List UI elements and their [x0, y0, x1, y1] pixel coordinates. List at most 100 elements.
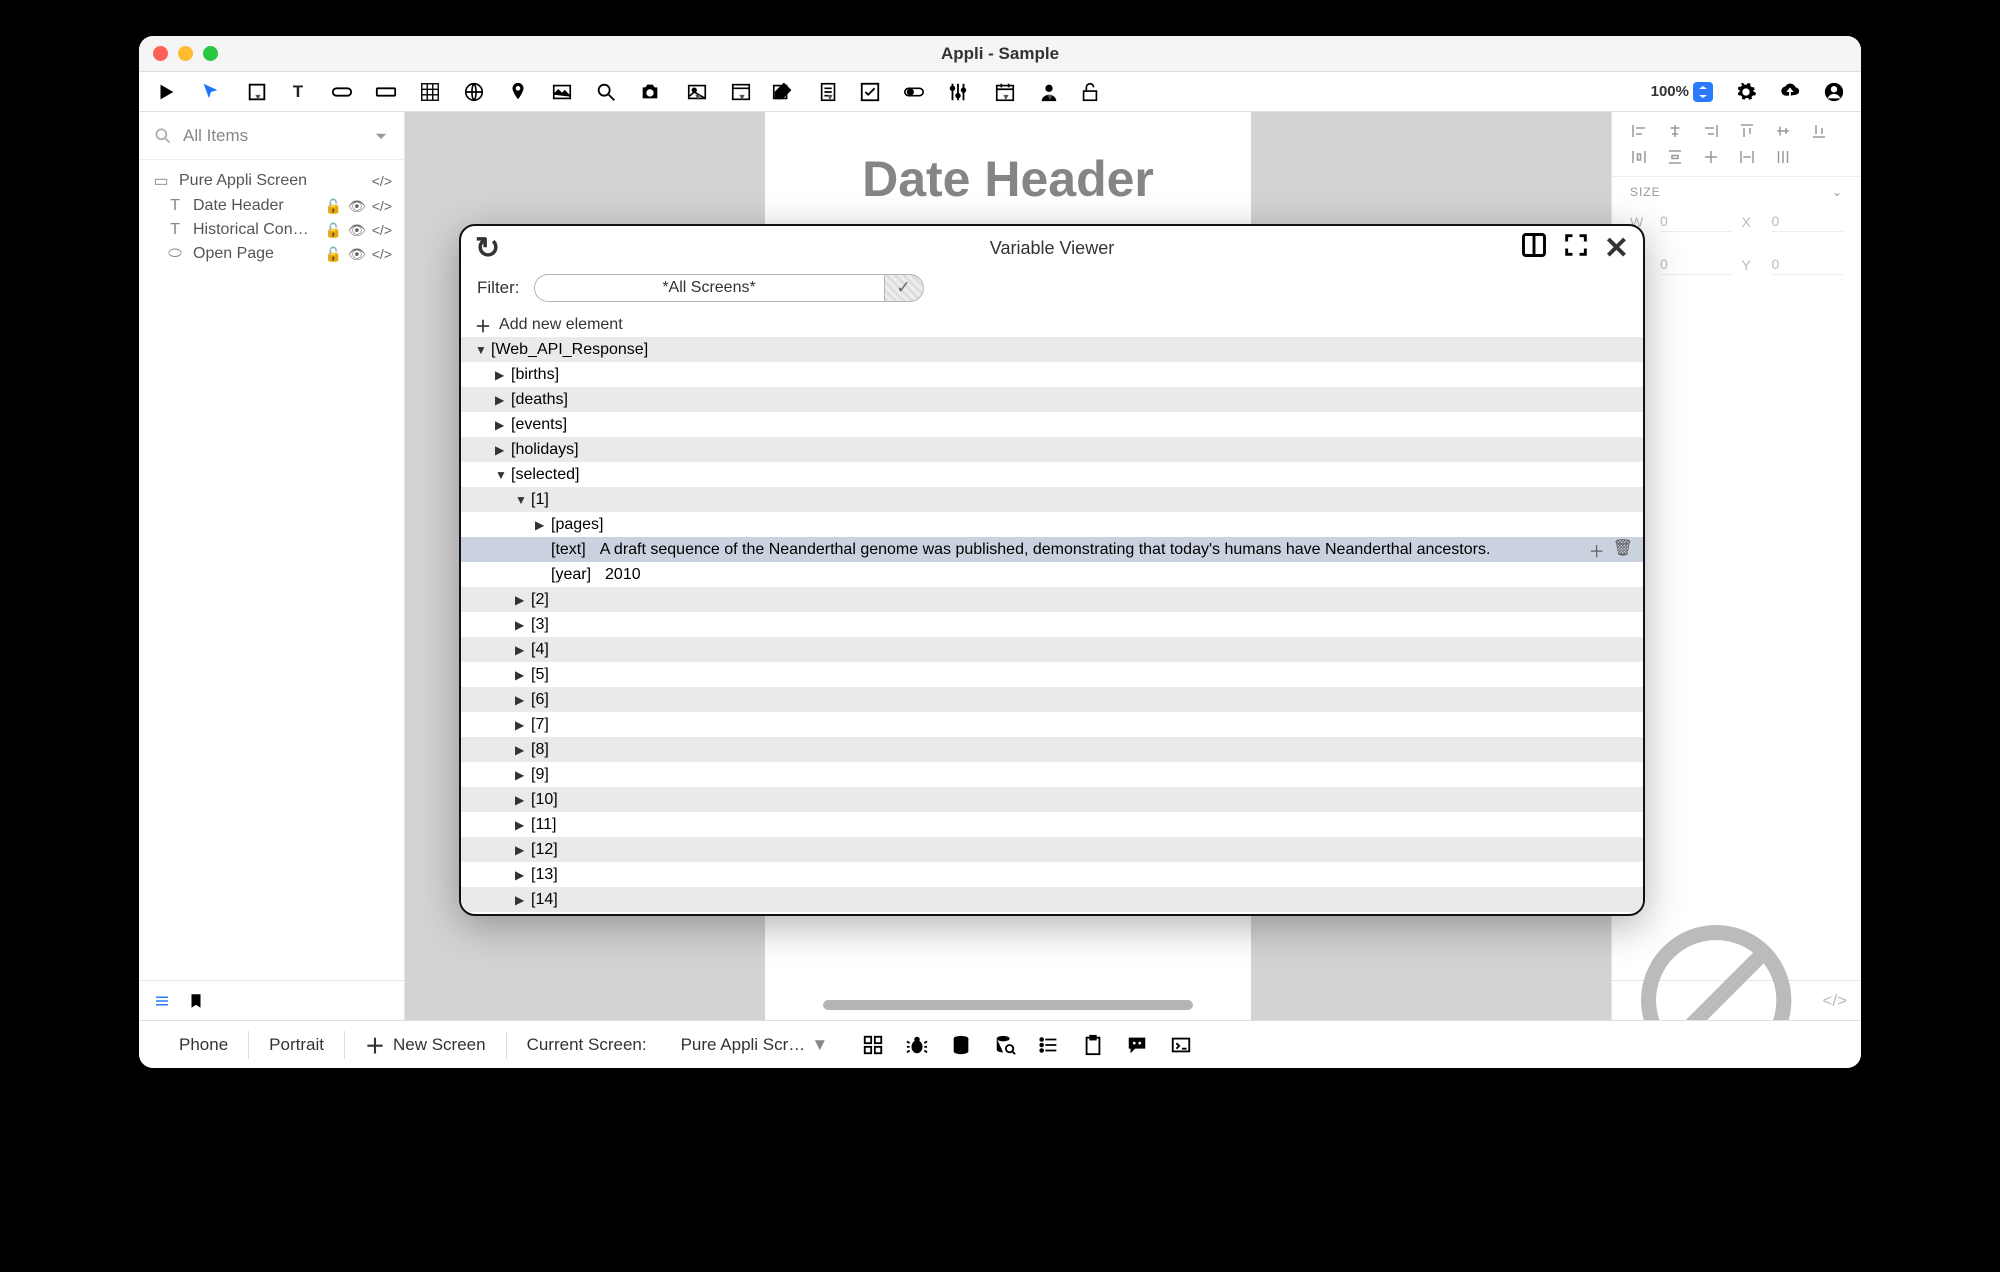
tree-node[interactable]: ▶[deaths] [461, 387, 1643, 412]
zoom-dropdown-icon[interactable] [1693, 82, 1713, 102]
text-tool-icon[interactable]: T [287, 81, 309, 103]
gear-icon[interactable] [1735, 81, 1757, 103]
pointer-icon[interactable] [199, 81, 221, 103]
browser-tool-icon[interactable]: ▼ [727, 81, 749, 103]
tree-node-root[interactable]: ▼[Web_API_Response] [461, 337, 1643, 362]
trash-icon[interactable]: 🗑 [1613, 538, 1633, 562]
close-icon[interactable]: ✕ [1604, 231, 1629, 266]
tree-node[interactable]: ▶[4] [461, 637, 1643, 662]
list-icon[interactable] [153, 992, 171, 1010]
refresh-icon[interactable]: ↻ [475, 231, 500, 266]
tree-item-screen[interactable]: ▭ Pure Appli Screen </> [139, 168, 404, 194]
user-icon[interactable]: ▼ [1035, 81, 1057, 103]
account-icon[interactable] [1823, 81, 1845, 103]
width-input[interactable]: 0 [1660, 211, 1732, 232]
eye-icon[interactable]: 👁 [348, 198, 366, 215]
spacing-icon[interactable] [1774, 148, 1792, 166]
variable-tree[interactable]: ＋ Add new element ▼[Web_API_Response] ▶[… [461, 312, 1643, 914]
tree-node[interactable]: ▶[11] [461, 812, 1643, 837]
tree-leaf-year[interactable]: [year]2010 [461, 562, 1643, 587]
stretch-h-icon[interactable] [1738, 148, 1756, 166]
new-screen-button[interactable]: ＋ New Screen [345, 1031, 507, 1059]
search-icon[interactable] [595, 81, 617, 103]
tree-node[interactable]: ▶[2] [461, 587, 1643, 612]
align-middle-icon[interactable] [1774, 122, 1792, 140]
tree-node[interactable]: ▶[holidays] [461, 437, 1643, 462]
fullscreen-icon[interactable] [1562, 231, 1590, 259]
toggle-icon[interactable] [903, 81, 925, 103]
tree-node[interactable]: ▶[5] [461, 662, 1643, 687]
sidebar-search[interactable]: All Items [139, 112, 404, 160]
tree-node[interactable]: ▶[13] [461, 862, 1643, 887]
code-icon[interactable]: </> [372, 246, 392, 263]
grid-tool-icon[interactable] [419, 81, 441, 103]
grid-view-icon[interactable] [862, 1034, 884, 1056]
tree-item-historical[interactable]: T Historical Con… 🔓👁</> [139, 218, 404, 242]
database-icon[interactable] [950, 1034, 972, 1056]
image-tool-icon[interactable] [551, 81, 573, 103]
filter-selector[interactable]: *All Screens* ✓ [534, 274, 924, 302]
cloud-upload-icon[interactable] [1779, 81, 1801, 103]
tree-node[interactable]: ▶[births] [461, 362, 1643, 387]
tree-node[interactable]: ▶[pages] [461, 512, 1643, 537]
tree-node[interactable]: ▶[12] [461, 837, 1643, 862]
camera-icon[interactable] [639, 81, 661, 103]
button-tool-icon[interactable] [331, 81, 353, 103]
globe-icon[interactable] [463, 81, 485, 103]
chevron-down-icon[interactable] [372, 127, 390, 145]
align-right-icon[interactable] [1702, 122, 1720, 140]
tree-node[interactable]: ▶[14] [461, 887, 1643, 912]
terminal-icon[interactable] [1170, 1034, 1192, 1056]
pin-icon[interactable] [507, 81, 529, 103]
tree-node[interactable]: ▶[6] [461, 687, 1643, 712]
orientation-selector[interactable]: Portrait [249, 1031, 345, 1059]
play-icon[interactable] [155, 81, 177, 103]
tree-node[interactable]: ▶[events] [461, 412, 1643, 437]
picture-tool-icon[interactable]: ▼ [683, 81, 705, 103]
size-section-header[interactable]: SIZE ⌄ [1612, 176, 1861, 203]
tree-item-openpage[interactable]: ⬭ Open Page 🔓👁</> [139, 242, 404, 266]
current-screen-selector[interactable]: Pure Appli Scr… ▼ [667, 1035, 843, 1055]
height-input[interactable]: 0 [1660, 254, 1732, 275]
filter-apply-icon[interactable]: ✓ [884, 274, 924, 302]
y-input[interactable]: 0 [1772, 254, 1844, 275]
code-icon[interactable]: </> [372, 198, 392, 215]
align-bottom-icon[interactable] [1810, 122, 1828, 140]
x-input[interactable]: 0 [1772, 211, 1844, 232]
distribute-v-icon[interactable] [1666, 148, 1684, 166]
lock-open-icon[interactable]: 🔓 [325, 222, 342, 239]
tree-node[interactable]: ▶[10] [461, 787, 1643, 812]
tree-node[interactable]: ▼[1] [461, 487, 1643, 512]
eye-icon[interactable]: 👁 [348, 246, 366, 263]
distribute-h-icon[interactable] [1630, 148, 1648, 166]
canvas-scrollbar[interactable] [823, 1000, 1193, 1010]
tree-item-dateheader[interactable]: T Date Header 🔓👁</> [139, 194, 404, 218]
edit-icon[interactable] [771, 81, 793, 103]
bookmark-icon[interactable] [187, 992, 205, 1010]
tree-node-selected[interactable]: ▼[selected] [461, 462, 1643, 487]
tree-node[interactable]: ▶[8] [461, 737, 1643, 762]
bug-icon[interactable] [906, 1034, 928, 1056]
lock-open-icon[interactable] [1079, 81, 1101, 103]
code-icon[interactable]: </> [1822, 991, 1847, 1011]
zoom-control[interactable]: 100% [1651, 82, 1713, 102]
center-icon[interactable] [1702, 148, 1720, 166]
tree-node[interactable]: ▶[7] [461, 712, 1643, 737]
code-icon[interactable]: </> [372, 222, 392, 239]
align-center-h-icon[interactable] [1666, 122, 1684, 140]
tree-leaf-text[interactable]: [text] A draft sequence of the Neanderth… [461, 537, 1643, 562]
tree-node[interactable]: ▶[3] [461, 612, 1643, 637]
device-selector[interactable]: Phone [159, 1031, 249, 1059]
tree-node[interactable]: ▶[9] [461, 762, 1643, 787]
sliders-icon[interactable] [947, 81, 969, 103]
add-element-button[interactable]: ＋ Add new element [461, 312, 1643, 337]
lock-open-icon[interactable]: 🔓 [325, 198, 342, 215]
calendar-icon[interactable]: ▼ [991, 81, 1013, 103]
lock-open-icon[interactable]: 🔓 [325, 246, 342, 263]
clipboard-icon[interactable] [1082, 1034, 1104, 1056]
list-icon[interactable] [1038, 1034, 1060, 1056]
field-tool-icon[interactable] [375, 81, 397, 103]
align-top-icon[interactable] [1738, 122, 1756, 140]
rectangle-tool-icon[interactable]: ▼ [243, 81, 265, 103]
document-tool-icon[interactable]: ▼ [815, 81, 837, 103]
